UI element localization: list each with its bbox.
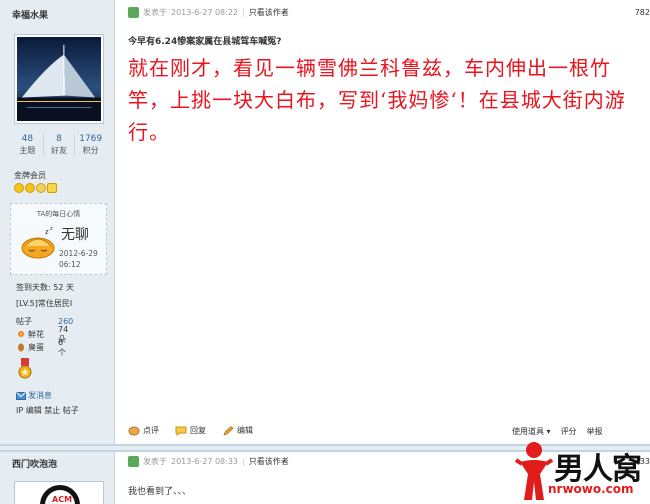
stat-friends-label: 好友 (51, 146, 67, 155)
post-actions: 点评 回复 编辑 (128, 425, 269, 436)
author-stats: 48 主题 8 好友 1769 积分 (12, 134, 106, 156)
comment-icon (128, 426, 140, 435)
reply-body: 我也看到了、、、 (128, 487, 192, 497)
flowers-row: 鲜花 74 朵 (16, 325, 68, 344)
stat-topics-label: 主题 (19, 146, 36, 155)
mood-title: TA的每日心情 (36, 210, 81, 218)
egg-icon (18, 343, 24, 352)
posted-prefix: 发表于 (143, 457, 167, 466)
eggs-value: 6 个 (58, 337, 66, 357)
reply-icon (175, 426, 187, 436)
online-status-icon (128, 7, 139, 18)
envelope-icon (16, 391, 26, 400)
site-watermark: 男人窝 nrwowo.com (510, 438, 650, 504)
author-username[interactable]: 幸福水果 (12, 8, 48, 21)
comment-label: 点评 (143, 426, 159, 435)
post-title: 今早有6.24惨案家属在县城驾车喊冤? (128, 37, 282, 47)
daily-mood-box: TA的每日心情 z z 无聊 2012-6-29 06:12 (10, 203, 107, 275)
posts-label: 帖子 (16, 317, 32, 326)
post-actions-right: 使用道具 ▾ 评分 举报 (512, 426, 603, 437)
svg-text:ACM: ACM (52, 495, 72, 504)
edit-label: 编辑 (237, 426, 253, 435)
stat-points-count: 1769 (79, 134, 103, 144)
use-item-dropdown[interactable]: 使用道具 ▾ (512, 426, 551, 437)
avatar-image (17, 37, 101, 121)
mood-date-time: 06:12 (59, 260, 81, 269)
user-rank[interactable]: [LV.5]常住居民I (16, 298, 72, 309)
stat-topics-count: 48 (21, 134, 34, 144)
stat-points[interactable]: 1769 积分 (75, 134, 106, 156)
report-link[interactable]: 举报 (587, 426, 603, 437)
author2-avatar[interactable]: ACM (14, 481, 104, 504)
sun-icon (25, 183, 35, 193)
sleepy-face-icon: z z (21, 226, 55, 259)
send-message-link[interactable]: 发消息 (16, 390, 52, 401)
svg-text:z: z (50, 226, 53, 232)
post1-datetime: 2013-6-27 08:22 (171, 8, 238, 17)
stat-friends-count: 8 (56, 134, 62, 144)
online-status-icon (128, 456, 139, 467)
mood-text: 无聊 (61, 227, 89, 243)
header-divider: | (242, 457, 245, 466)
rate-link[interactable]: 评分 (561, 426, 577, 437)
comment-button[interactable]: 点评 (128, 425, 159, 436)
header-divider: | (242, 8, 245, 17)
pencil-icon (223, 425, 234, 435)
post2-header: 发表于 2013-6-27 08:33 | 只看该作者 (128, 456, 289, 467)
post-body: 就在刚才，看见一辆雪佛兰科鲁兹，车内伸出一根竹竿，上挑一块大白布，写到‘我妈惨‘… (128, 56, 626, 144)
svg-text:z: z (45, 228, 49, 236)
view-author-only-link[interactable]: 只看该作者 (249, 7, 289, 18)
sun-icon (14, 183, 24, 193)
star-icon (47, 183, 57, 193)
view-author-only-link[interactable]: 只看该作者 (249, 456, 289, 467)
moon-icon (36, 183, 46, 193)
mood-date-day: 2012-6-29 (59, 249, 98, 258)
watermark-url: nrwowo.com (548, 482, 634, 496)
reply-button[interactable]: 回复 (175, 425, 206, 436)
stat-friends[interactable]: 8 好友 (44, 134, 76, 156)
avatar2-image: ACM (15, 482, 103, 504)
reply-label: 回复 (190, 426, 206, 435)
post1-floor-number[interactable]: 782 (635, 8, 650, 17)
checkin-days: 签到天数: 52 天 (16, 283, 74, 292)
mood-date: 2012-6-29 06:12 (59, 248, 107, 270)
post-content-area: 发表于 2013-6-27 08:22 | 只看该作者 782 今早有6.24惨… (116, 0, 650, 504)
author2-username[interactable]: 西门吹泡泡 (12, 457, 57, 470)
post2-datetime: 2013-6-27 08:33 (171, 457, 238, 466)
eggs-row: 臭蛋 6 个 (16, 338, 66, 357)
flowers-label: 鲜花 (28, 330, 44, 339)
medal-icon[interactable] (18, 358, 32, 380)
post1-header: 发表于 2013-6-27 08:22 | 只看该作者 (128, 7, 289, 18)
level-icons (14, 183, 57, 193)
admin-links[interactable]: IP 编辑 禁止 帖子 (16, 405, 79, 416)
flower-icon (18, 331, 24, 337)
stat-topics[interactable]: 48 主题 (12, 134, 44, 156)
posted-prefix: 发表于 (143, 8, 167, 17)
posts-count-row: 帖子 260 (16, 316, 73, 327)
edit-button[interactable]: 编辑 (222, 425, 253, 436)
eggs-label: 臭蛋 (28, 343, 44, 352)
author-avatar[interactable] (14, 34, 104, 124)
send-message-label: 发消息 (28, 391, 52, 400)
stat-points-label: 积分 (82, 146, 99, 155)
member-level[interactable]: 金牌会员 (14, 170, 46, 181)
